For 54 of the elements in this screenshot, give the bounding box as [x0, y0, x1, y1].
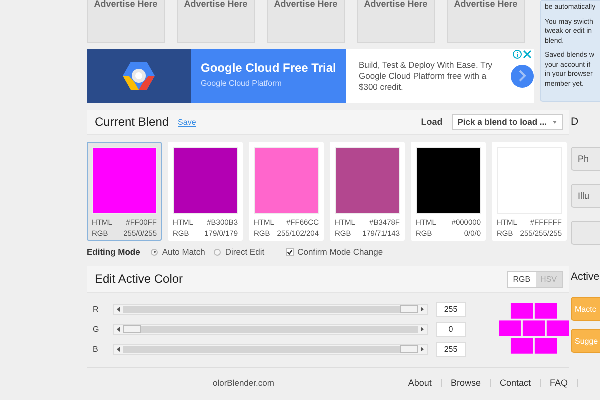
footer-link[interactable]: Contact	[500, 378, 531, 388]
chevron-icon	[518, 70, 526, 82]
slider-thumb[interactable]	[123, 324, 141, 332]
scrollbar-slider[interactable]	[113, 324, 428, 334]
channel-label: G	[93, 324, 100, 334]
close-icon[interactable]	[523, 50, 532, 59]
footer-link[interactable]: About	[408, 378, 432, 388]
next-button[interactable]	[511, 64, 534, 88]
tool-button[interactable]: Illu	[571, 184, 600, 208]
ad-slot[interactable]: Advertise Here	[357, 0, 435, 43]
ad-label: Advertise Here	[364, 0, 428, 8]
value-field[interactable]: 255	[436, 302, 466, 316]
slider-thumb[interactable]	[400, 344, 418, 352]
ad-banner[interactable]: Google Cloud Free Trial Google Cloud Platform Build, Test & Deploy With Ease. Try Google Cloud Platform free with a $300 credit.	[87, 49, 534, 103]
section-title: Active	[571, 271, 600, 283]
ad-label: Advertise Here	[274, 0, 338, 8]
ad-slot[interactable]: Advertise Here	[87, 0, 165, 43]
blend-dropdown[interactable]: Pick a blend to load ...	[452, 114, 563, 130]
radio-button[interactable]	[151, 248, 158, 256]
ad-slot[interactable]: Advertise Here	[177, 0, 255, 43]
ad-slot[interactable]: Advertise Here	[447, 0, 525, 43]
ad-slot[interactable]: Advertise Here	[267, 0, 345, 43]
scrollbar-slider[interactable]	[113, 304, 428, 314]
editing-mode-label: Editing Mode	[87, 247, 140, 257]
slider-thumb[interactable]	[400, 304, 418, 312]
value-field[interactable]: 0	[436, 322, 466, 336]
info-icon[interactable]	[513, 50, 522, 59]
caret-icon	[553, 120, 557, 124]
banner-text: Build, Test & Deploy With Ease. Try Google Cloud Platform free with a $300 credit.	[359, 60, 494, 92]
section-title: D	[571, 116, 579, 128]
ad-label: Advertise Here	[454, 0, 518, 8]
mode-tab[interactable]: RGB	[508, 272, 536, 286]
checkbox[interactable]	[286, 248, 294, 256]
option-label: Auto Match	[162, 247, 206, 257]
channel-label: B	[93, 344, 100, 354]
ad-label: Advertise Here	[94, 0, 158, 8]
checkbox-label: Confirm Mode Change	[298, 247, 384, 257]
footer-link[interactable]: FAQ	[550, 378, 568, 388]
copyright-text: olorBlender.com	[213, 378, 274, 388]
banner-subtitle: Google Cloud Platform	[201, 79, 283, 88]
section-title: Edit Active Color	[95, 272, 184, 286]
radio-button[interactable]	[214, 248, 222, 256]
ad-label: Advertise Here	[184, 0, 248, 8]
footer-link[interactable]: Browse	[450, 378, 481, 388]
channel-label: R	[93, 304, 100, 314]
option-label: Direct Edit	[225, 247, 265, 257]
hexagon-logo-icon	[122, 61, 156, 91]
scrollbar-slider[interactable]	[113, 344, 428, 354]
value-field[interactable]: 255	[436, 342, 466, 356]
banner-title: Google Cloud Free Trial	[201, 61, 338, 75]
section-title: Current Blend	[95, 115, 170, 129]
tool-button[interactable]: Ph	[571, 147, 600, 171]
brick-preview-drawing	[499, 301, 569, 357]
load-label: Load	[421, 117, 443, 127]
